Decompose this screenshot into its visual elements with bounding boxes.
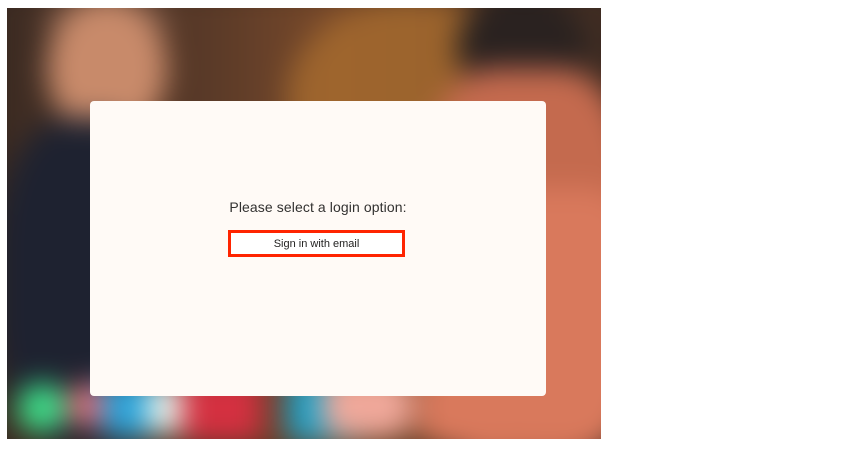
login-card: Please select a login option: Sign in wi… <box>90 101 546 396</box>
sign-in-with-email-button[interactable]: Sign in with email <box>228 230 405 257</box>
login-page: Please select a login option: Sign in wi… <box>7 8 601 439</box>
login-prompt: Please select a login option: <box>229 199 407 215</box>
